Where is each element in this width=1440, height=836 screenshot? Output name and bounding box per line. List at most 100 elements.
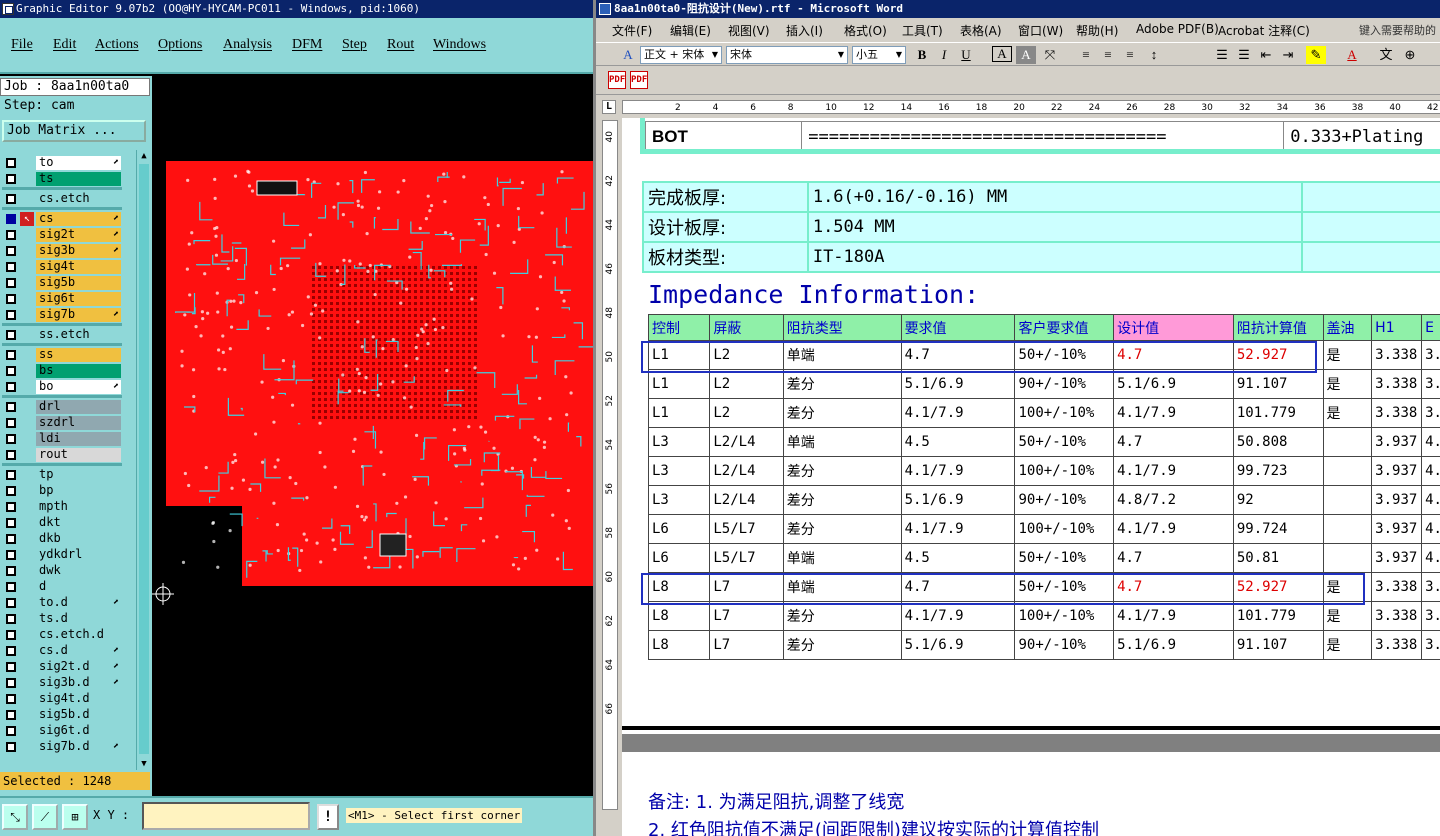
impedance-cell[interactable]: L8 xyxy=(647,630,711,660)
impedance-cell[interactable]: 100+/-10% xyxy=(1014,398,1115,428)
document-page[interactable]: BOT =================================== … xyxy=(622,118,1440,836)
impedance-cell[interactable]: 4.7 xyxy=(1113,543,1234,573)
impedance-cell[interactable]: L1 xyxy=(647,369,711,399)
layer-checkbox[interactable] xyxy=(6,710,16,720)
zoom-fit-icon[interactable]: ⤡ xyxy=(2,804,28,830)
menu-options[interactable]: Options xyxy=(158,37,202,53)
word-menu-format[interactable]: 格式(O) xyxy=(844,22,887,39)
font-combo[interactable]: 宋体 ▼ xyxy=(726,46,848,64)
layer-name[interactable]: sig4t.d xyxy=(36,692,121,706)
snap-grid-icon[interactable]: ⊞ xyxy=(62,804,88,830)
impedance-cell[interactable]: 91.107 xyxy=(1232,630,1324,660)
impedance-cell[interactable]: 4. xyxy=(1421,485,1440,515)
impedance-cell[interactable]: L5/L7 xyxy=(709,514,784,544)
layer-row-sig2t[interactable]: sig2t ⬈ xyxy=(2,227,122,243)
impedance-cell[interactable]: 3. xyxy=(1421,340,1440,370)
impedance-cell[interactable]: 52.927 xyxy=(1232,340,1324,370)
layer-row-sig6t-d[interactable]: sig6t.d xyxy=(2,723,122,739)
layer-checkbox[interactable] xyxy=(6,470,16,480)
impedance-cell[interactable]: 单端 xyxy=(782,340,902,370)
impedance-cell[interactable] xyxy=(1322,543,1373,573)
impedance-cell[interactable]: 4.1/7.9 xyxy=(1113,514,1234,544)
layer-name[interactable]: cs ⬈ xyxy=(36,212,121,226)
impedance-cell[interactable]: 4.7 xyxy=(1113,340,1234,370)
impedance-cell[interactable]: L8 xyxy=(647,572,711,602)
layer-checkbox[interactable] xyxy=(6,310,16,320)
layer-row-sig2t-d[interactable]: sig2t.d ⬈ xyxy=(2,659,122,675)
layer-name[interactable]: cs.etch.d xyxy=(36,628,121,642)
prompt-exclamation-icon[interactable]: ! xyxy=(317,804,339,830)
impedance-cell[interactable]: 5.1/6.9 xyxy=(1113,630,1234,660)
impedance-cell[interactable]: 100+/-10% xyxy=(1014,514,1115,544)
layer-name[interactable]: sig6t.d xyxy=(36,724,121,738)
bullets-icon[interactable]: ☰ xyxy=(1234,46,1254,64)
impedance-cell[interactable]: 3.338 xyxy=(1371,340,1423,370)
impedance-cell[interactable]: 4. xyxy=(1421,543,1440,573)
impedance-cell[interactable]: L6 xyxy=(647,543,711,573)
impedance-cell[interactable]: L2/L4 xyxy=(709,456,784,486)
layer-row-d[interactable]: d xyxy=(2,579,122,595)
impedance-cell[interactable]: 是 xyxy=(1322,601,1373,631)
impedance-cell[interactable]: 50+/-10% xyxy=(1014,572,1115,602)
impedance-cell[interactable]: 3.937 xyxy=(1371,514,1423,544)
chevron-down-icon[interactable]: ▼ xyxy=(709,47,721,63)
align-left-icon[interactable]: ≡ xyxy=(1076,46,1096,64)
impedance-cell[interactable]: 3. xyxy=(1421,630,1440,660)
impedance-cell[interactable] xyxy=(1322,514,1373,544)
layer-checkbox[interactable] xyxy=(6,614,16,624)
layer-name[interactable]: d xyxy=(36,580,121,594)
layer-checkbox[interactable] xyxy=(6,582,16,592)
styles-pane-icon[interactable]: A xyxy=(618,46,638,64)
pcb-canvas[interactable] xyxy=(152,76,593,796)
layer-row-to[interactable]: to ⬈ xyxy=(2,155,122,171)
pcb-graphic[interactable] xyxy=(152,76,593,796)
impedance-cell[interactable]: 单端 xyxy=(782,427,902,457)
layer-name[interactable]: sig5b.d xyxy=(36,708,121,722)
impedance-cell[interactable]: 4.7 xyxy=(1113,427,1234,457)
layer-checkbox[interactable] xyxy=(6,418,16,428)
chevron-down-icon[interactable]: ▼ xyxy=(835,47,847,63)
layer-row-sig3b[interactable]: sig3b ⬈ xyxy=(2,243,122,259)
style-combo[interactable]: 正文 + 宋体 ▼ xyxy=(640,46,722,64)
layer-name[interactable]: sig5b xyxy=(36,276,121,290)
layer-checkbox[interactable] xyxy=(6,742,16,752)
impedance-cell[interactable]: 3.338 xyxy=(1371,630,1423,660)
impedance-cell[interactable]: 单端 xyxy=(782,543,902,573)
impedance-cell[interactable]: 4.5 xyxy=(900,543,1016,573)
layer-row-sig6t[interactable]: sig6t xyxy=(2,291,122,307)
impedance-cell[interactable]: 4. xyxy=(1421,456,1440,486)
impedance-cell[interactable]: 5.1/6.9 xyxy=(900,630,1016,660)
impedance-cell[interactable]: L5/L7 xyxy=(709,543,784,573)
layer-row-dkb[interactable]: dkb xyxy=(2,531,122,547)
impedance-cell[interactable]: L6 xyxy=(647,514,711,544)
layer-name[interactable]: sig7b ⬈ xyxy=(36,308,121,322)
impedance-cell[interactable]: 5.1/6.9 xyxy=(900,485,1016,515)
layer-row-sig4t[interactable]: sig4t xyxy=(2,259,122,275)
layer-checkbox[interactable] xyxy=(6,694,16,704)
layer-row-rout[interactable]: rout xyxy=(2,447,122,463)
menu-actions[interactable]: Actions xyxy=(95,37,139,53)
menu-rout[interactable]: Rout xyxy=(387,37,414,53)
impedance-cell[interactable]: 是 xyxy=(1322,398,1373,428)
impedance-cell[interactable] xyxy=(1322,485,1373,515)
impedance-cell[interactable]: 3. xyxy=(1421,601,1440,631)
impedance-cell[interactable]: 差分 xyxy=(782,369,902,399)
layer-checkbox[interactable] xyxy=(6,630,16,640)
layer-name[interactable]: bs xyxy=(36,364,121,378)
layer-row-bo[interactable]: bo ⬈ xyxy=(2,379,122,395)
layer-row-ts-d[interactable]: ts.d xyxy=(2,611,122,627)
impedance-cell[interactable]: 是 xyxy=(1322,572,1373,602)
impedance-cell[interactable]: 4.7 xyxy=(900,340,1016,370)
layer-checkbox[interactable] xyxy=(6,194,16,204)
chevron-down-icon[interactable]: ▼ xyxy=(893,47,905,63)
layer-name[interactable]: cs.d ⬈ xyxy=(36,644,121,658)
scroll-down-icon[interactable]: ▼ xyxy=(138,758,150,770)
impedance-cell[interactable]: L2 xyxy=(709,369,784,399)
layer-row-sig3b-d[interactable]: sig3b.d ⬈ xyxy=(2,675,122,691)
impedance-cell[interactable]: 4. xyxy=(1421,427,1440,457)
menu-edit[interactable]: Edit xyxy=(53,37,76,53)
layer-row-dkt[interactable]: dkt xyxy=(2,515,122,531)
layer-name[interactable]: ts.d xyxy=(36,612,121,626)
word-menu-file[interactable]: 文件(F) xyxy=(612,22,652,39)
layer-checkbox[interactable] xyxy=(6,566,16,576)
